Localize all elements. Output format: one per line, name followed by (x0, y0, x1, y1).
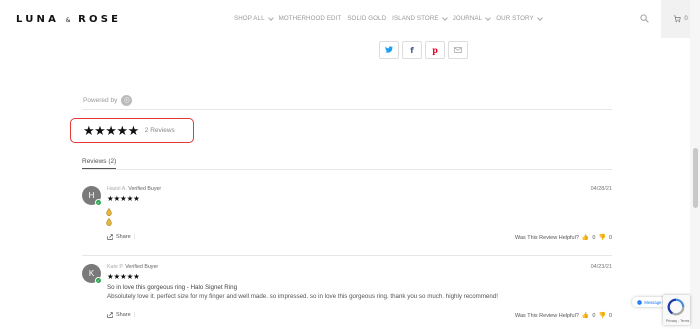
logo-ampersand: & (65, 17, 72, 24)
nav-label: JOURNAL (452, 15, 483, 22)
powered-by: Powered by ⓡ (83, 95, 133, 106)
nav-label: OUR STORY (496, 15, 534, 22)
droplet-emoji-icon (106, 208, 112, 216)
logo-word-rose: ROSE (78, 14, 122, 25)
thumbs-up-icon[interactable]: 👍 (582, 312, 589, 319)
thumbs-down-icon[interactable]: 👎 (598, 234, 605, 241)
nav-item-motherhood-edit[interactable]: MOTHERHOOD EDIT (279, 15, 342, 22)
verified-check-icon: ✓ (95, 199, 102, 206)
share-label: Share (116, 312, 131, 318)
scrollbar-thumb[interactable] (693, 148, 698, 208)
verified-buyer-label: Verified Buyer (128, 186, 162, 192)
site-header: LUNA & ROSE SHOP ALL MOTHERHOOD EDIT SOL… (0, 0, 700, 40)
twitter-share-button[interactable] (379, 41, 399, 59)
review-item: H ✓ Hazel A. Verified Buyer ★★★★★ 04/28/… (82, 186, 612, 246)
verified-check-icon: ✓ (95, 277, 102, 284)
cart-icon (674, 15, 681, 23)
helpful-label: Was This Review Helpful? (515, 234, 579, 241)
review-body: Absolutely love it. perfect size for my … (107, 293, 499, 300)
review-stars: ★★★★★ (107, 272, 140, 281)
nav-item-our-story[interactable]: OUR STORY (496, 14, 543, 22)
email-icon (454, 47, 462, 53)
facebook-icon: f (410, 45, 414, 55)
droplet-emoji-icon (106, 218, 112, 226)
review-share-button[interactable]: Share | (107, 234, 135, 240)
reviewer-name: Kate P. (107, 264, 124, 270)
thumbs-up-count: 0 (592, 234, 596, 241)
review-helpful: Was This Review Helpful? 👍 0 👎 0 (515, 234, 612, 242)
reviewer-info: Hazel A. Verified Buyer (107, 186, 161, 192)
reviews-provider-logo[interactable]: ⓡ (121, 95, 133, 106)
review-item: K ✓ Kate P. Verified Buyer ★★★★★ 04/23/2… (82, 264, 612, 324)
verified-buyer-label: Verified Buyer (125, 264, 159, 270)
tab-reviews[interactable]: Reviews (2) (82, 158, 116, 165)
email-share-button[interactable] (448, 41, 468, 59)
share-icon (107, 312, 113, 318)
share-icon (107, 234, 113, 240)
chevron-down-icon (485, 14, 492, 21)
nav-label: ISLAND STORE (392, 15, 439, 22)
search-icon[interactable] (640, 14, 649, 23)
nav-item-journal[interactable]: JOURNAL (452, 14, 492, 22)
review-stars: ★★★★★ (107, 194, 140, 203)
chevron-down-icon (441, 14, 448, 21)
pinterest-share-button[interactable]: p (425, 41, 445, 59)
review-helpful: Was This Review Helpful? 👍 0 👎 0 (515, 312, 612, 320)
helpful-label: Was This Review Helpful? (515, 312, 579, 319)
divider (82, 109, 612, 110)
share-buttons: f p (379, 41, 468, 59)
chevron-down-icon (267, 14, 274, 21)
pinterest-icon: p (432, 45, 438, 55)
divider (82, 169, 612, 170)
facebook-share-button[interactable]: f (402, 41, 422, 59)
separator: | (133, 234, 136, 240)
review-share-button[interactable]: Share | (107, 312, 135, 318)
nav-item-shop-all[interactable]: SHOP ALL (234, 14, 274, 22)
review-date: 04/28/21 (590, 186, 612, 192)
thumbs-down-count: 0 (608, 234, 612, 241)
logo-word-luna: LUNA (16, 14, 60, 25)
divider (82, 255, 612, 256)
share-label: Share (116, 234, 131, 240)
separator: | (133, 312, 136, 318)
thumbs-down-count: 0 (608, 312, 612, 319)
messenger-icon (637, 299, 643, 305)
reviewer-info: Kate P. Verified Buyer (107, 264, 158, 270)
average-rating-stars: ★★★★★ (83, 123, 139, 138)
thumbs-up-icon[interactable]: 👍 (582, 234, 589, 241)
thumbs-down-icon[interactable]: 👎 (598, 312, 605, 319)
thumbs-up-count: 0 (592, 312, 596, 319)
review-date: 04/23/21 (590, 264, 612, 270)
nav-label: SHOP ALL (234, 15, 265, 22)
main-nav: SHOP ALL MOTHERHOOD EDIT SOLID GOLD ISLA… (234, 14, 543, 22)
nav-label: MOTHERHOOD EDIT (278, 15, 342, 22)
chevron-down-icon (536, 14, 543, 21)
powered-by-label: Powered by (83, 97, 118, 104)
nav-item-solid-gold[interactable]: SOLID GOLD (347, 15, 386, 22)
reviewer-name: Hazel A. (107, 186, 127, 192)
review-title: So in love this gorgeous ring - Halo Sig… (107, 284, 238, 291)
review-count-link[interactable]: 2 Reviews (145, 127, 175, 134)
rating-summary: ★★★★★ 2 Reviews (70, 118, 194, 143)
nav-item-island-store[interactable]: ISLAND STORE (392, 14, 448, 22)
site-logo[interactable]: LUNA & ROSE (16, 14, 121, 25)
twitter-icon (385, 45, 393, 55)
cart-count: 0 (684, 16, 688, 22)
nav-label: SOLID GOLD (347, 15, 387, 22)
recaptcha-links[interactable]: Privacy - Terms (666, 319, 689, 323)
recaptcha-icon (667, 298, 685, 316)
